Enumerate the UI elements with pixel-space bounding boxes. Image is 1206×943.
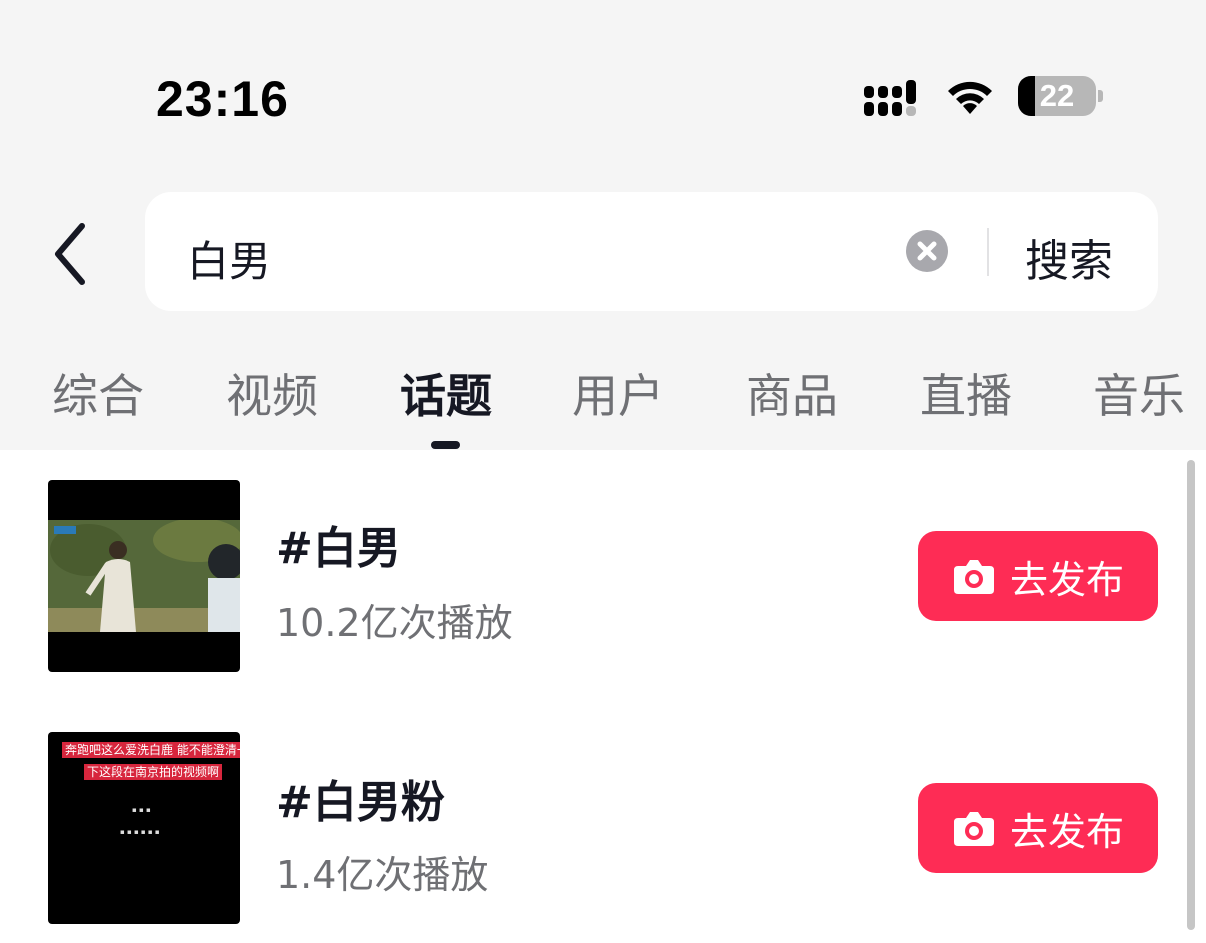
topic-title: #白男 — [276, 523, 401, 574]
tab-products[interactable]: 商品 — [746, 360, 838, 426]
topic-row[interactable]: 奔跑吧这么爱洗白鹿 能不能澄清一 下这段在南京拍的视频啊 ▪ ▪ ▪ ▪ ▪ ▪… — [0, 732, 1190, 924]
topic-play-count: 1.4亿次播放 — [276, 853, 489, 897]
back-button[interactable] — [40, 216, 100, 292]
thumbnail-scene — [48, 518, 240, 632]
topic-play-count: 10.2亿次播放 — [276, 601, 513, 645]
tab-live[interactable]: 直播 — [920, 360, 1012, 426]
publish-button[interactable]: 去发布 — [918, 531, 1158, 621]
topic-thumbnail[interactable]: 奔跑吧这么爱洗白鹿 能不能澄清一 下这段在南京拍的视频啊 ▪ ▪ ▪ ▪ ▪ ▪… — [48, 732, 240, 924]
status-time: 23:16 — [156, 71, 289, 127]
topic-list: #白男 10.2亿次播放 去发布 奔跑吧这么爱洗白鹿 能不能澄清一 下这段在南京… — [0, 450, 1206, 943]
thumbnail-caption: 奔跑吧这么爱洗白鹿 能不能澄清一 — [62, 742, 240, 758]
tab-bar: 综合 视频 话题 用户 商品 直播 音乐 — [0, 360, 1206, 452]
topic-row[interactable]: #白男 10.2亿次播放 去发布 — [0, 480, 1190, 672]
publish-label: 去发布 — [1009, 557, 1124, 602]
tab-videos[interactable]: 视频 — [226, 360, 318, 426]
battery-level: 22 — [1039, 78, 1075, 113]
signal-icon — [864, 80, 916, 116]
publish-button[interactable]: 去发布 — [918, 783, 1158, 873]
back-icon — [55, 223, 85, 285]
screen: 23:16 22 白男 搜索 综合 视频 话题 用户 商品 直播 音乐 #白男 … — [0, 0, 1206, 943]
thumbnail-caption: 下这段在南京拍的视频啊 — [84, 764, 223, 780]
battery-cap — [1098, 90, 1103, 102]
search-input[interactable]: 白男 — [187, 228, 271, 289]
thumbnail-figures — [48, 518, 240, 632]
battery-icon: 22 — [1018, 76, 1096, 116]
tab-users[interactable]: 用户 — [572, 360, 664, 426]
topic-title: #白男粉 — [276, 777, 445, 828]
search-bar[interactable]: 白男 搜索 — [145, 192, 1158, 311]
thumbnail-decoration: ▪ ▪ ▪ ▪ ▪ ▪ — [120, 828, 160, 836]
tab-music[interactable]: 音乐 — [1093, 360, 1185, 426]
thumbnail-decoration: ▪ ▪ ▪ — [132, 806, 151, 814]
search-button[interactable]: 搜索 — [1025, 225, 1113, 289]
clear-button[interactable] — [906, 230, 948, 272]
scrollbar[interactable] — [1187, 460, 1195, 930]
publish-label: 去发布 — [1009, 809, 1124, 854]
camera-icon — [953, 560, 994, 594]
camera-icon — [953, 812, 994, 846]
wifi-icon — [948, 81, 992, 114]
topic-thumbnail[interactable] — [48, 480, 240, 672]
tab-topics[interactable]: 话题 — [400, 360, 492, 426]
clear-icon — [917, 241, 937, 261]
tab-general[interactable]: 综合 — [52, 360, 144, 426]
search-divider — [987, 228, 989, 276]
tab-indicator — [431, 441, 460, 449]
